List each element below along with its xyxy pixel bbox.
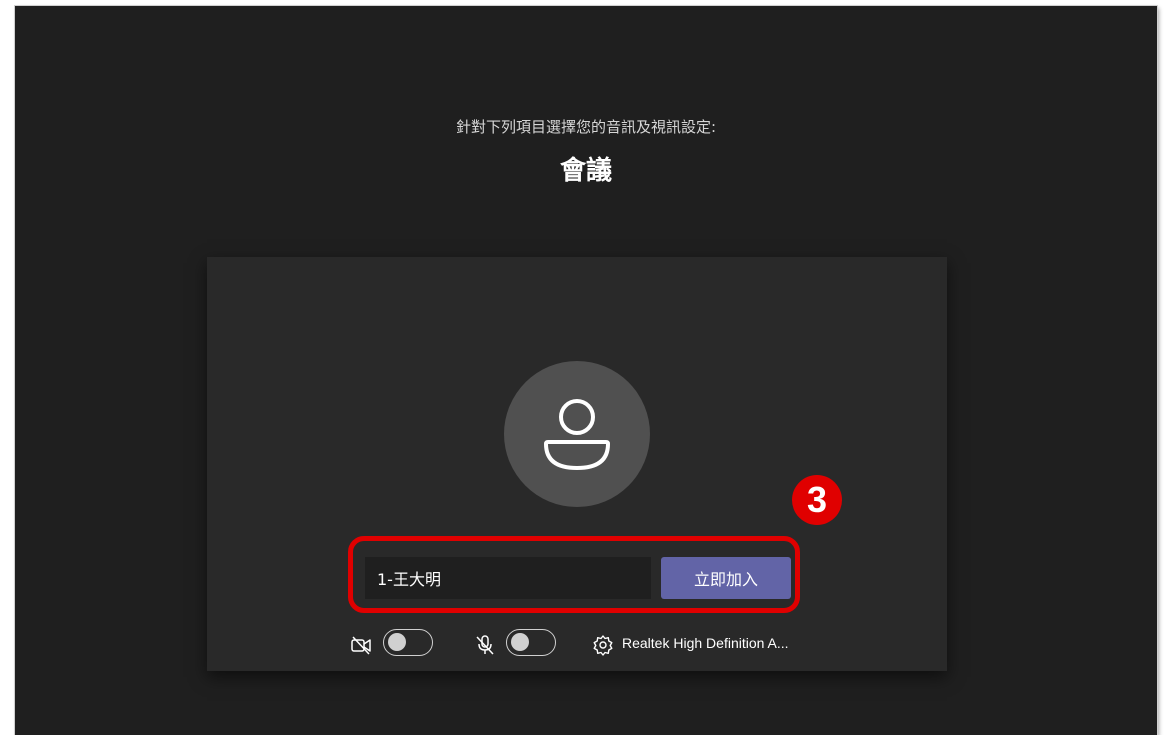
microphone-toggle[interactable] — [506, 629, 556, 656]
step-callout-badge: 3 — [792, 475, 842, 525]
avatar — [504, 361, 650, 507]
camera-off-icon — [350, 634, 372, 656]
camera-toggle[interactable] — [383, 629, 433, 656]
display-name-input[interactable] — [365, 557, 651, 599]
join-now-button[interactable]: 立即加入 — [661, 557, 791, 599]
gear-icon[interactable] — [592, 634, 614, 656]
microphone-toggle-knob — [511, 633, 529, 651]
meeting-prejoin-window: 針對下列項目選擇您的音訊及視訊設定: 會議 — [15, 6, 1157, 735]
person-icon — [544, 399, 610, 470]
camera-toggle-knob — [388, 633, 406, 651]
meeting-title: 會議 — [559, 156, 612, 186]
audio-device-label[interactable]: Realtek High Definition A... — [622, 635, 789, 651]
settings-instruction: 針對下列項目選擇您的音訊及視訊設定: — [455, 118, 717, 136]
mic-off-icon — [474, 634, 496, 656]
